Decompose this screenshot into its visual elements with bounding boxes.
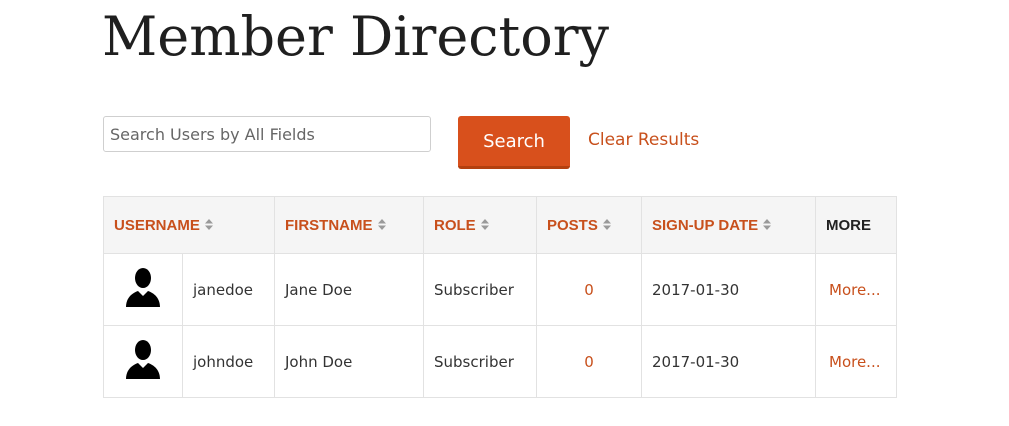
cell-signup-date: 2017-01-30 xyxy=(641,325,816,398)
cell-role: Subscriber xyxy=(423,253,537,326)
column-header-label: FIRSTNAME xyxy=(285,216,373,234)
table-row: janedoe Jane Doe Subscriber 0 2017-01-30… xyxy=(103,253,897,326)
cell-posts: 0 xyxy=(536,325,642,398)
column-header-more: MORE xyxy=(815,196,897,254)
sort-icon xyxy=(602,219,611,231)
more-link[interactable]: More... xyxy=(829,353,881,371)
column-header-label: ROLE xyxy=(434,216,476,234)
cell-more: More... xyxy=(815,325,897,398)
search-button[interactable]: Search xyxy=(458,116,570,169)
table-row: johndoe John Doe Subscriber 0 2017-01-30… xyxy=(103,325,897,398)
user-silhouette-icon xyxy=(126,267,160,307)
clear-results-link[interactable]: Clear Results xyxy=(588,130,699,150)
cell-username: johndoe xyxy=(182,325,275,398)
column-header-firstname[interactable]: FIRSTNAME xyxy=(274,196,424,254)
sort-icon xyxy=(204,219,213,231)
sort-icon xyxy=(763,219,772,231)
column-header-label: SIGN-UP DATE xyxy=(652,216,759,234)
column-header-label: USERNAME xyxy=(114,216,200,234)
cell-firstname: Jane Doe xyxy=(274,253,424,326)
column-header-posts[interactable]: POSTS xyxy=(536,196,642,254)
cell-posts: 0 xyxy=(536,253,642,326)
user-silhouette-icon xyxy=(126,339,160,379)
cell-role: Subscriber xyxy=(423,325,537,398)
cell-signup-date: 2017-01-30 xyxy=(641,253,816,326)
avatar xyxy=(103,253,183,326)
cell-username: janedoe xyxy=(182,253,275,326)
sort-icon xyxy=(377,219,386,231)
cell-more: More... xyxy=(815,253,897,326)
column-header-signup-date[interactable]: SIGN-UP DATE xyxy=(641,196,816,254)
column-header-label: MORE xyxy=(826,216,871,234)
more-link[interactable]: More... xyxy=(829,281,881,299)
search-input[interactable] xyxy=(103,116,431,152)
sort-icon xyxy=(480,219,489,231)
member-table: USERNAME FIRSTNAME ROLE POSTS SIGN-UP DA… xyxy=(103,196,897,398)
column-header-role[interactable]: ROLE xyxy=(423,196,537,254)
avatar xyxy=(103,325,183,398)
column-header-label: POSTS xyxy=(547,216,598,234)
table-header-row: USERNAME FIRSTNAME ROLE POSTS SIGN-UP DA… xyxy=(103,196,897,254)
page-title: Member Directory xyxy=(102,5,610,68)
column-header-username[interactable]: USERNAME xyxy=(103,196,275,254)
cell-firstname: John Doe xyxy=(274,325,424,398)
